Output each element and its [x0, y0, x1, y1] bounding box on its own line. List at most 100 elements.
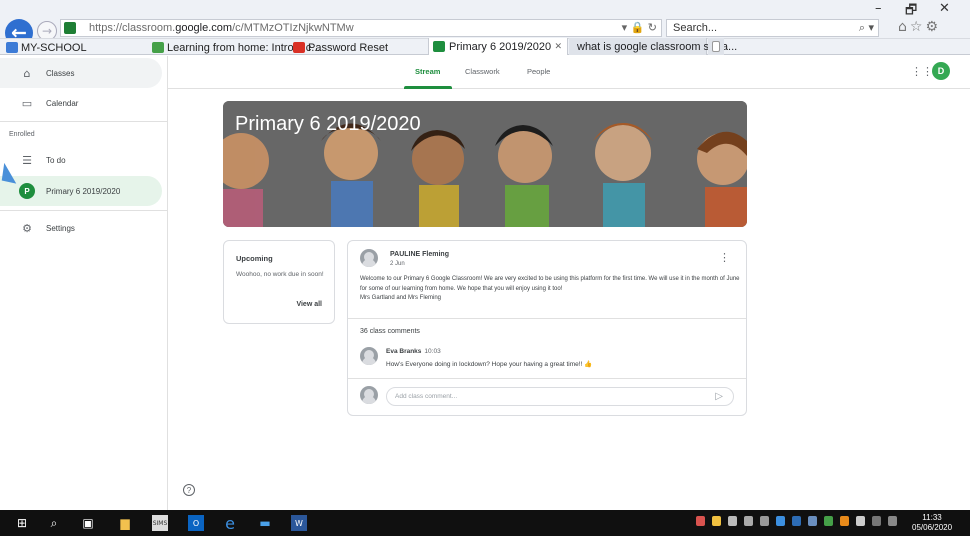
tray-icon[interactable]	[728, 516, 737, 526]
upcoming-title: Upcoming	[236, 254, 273, 263]
tab-google-search[interactable]: what is google classroom strea...	[569, 38, 737, 55]
address-actions-icon[interactable]: ▾ 🔒 ↻	[622, 21, 657, 34]
favorite-my-school[interactable]: MY-SCHOOL	[6, 40, 87, 55]
tab-people[interactable]: People	[527, 67, 550, 76]
favorite-label: Password Reset	[308, 41, 389, 54]
announcement-post: PAULINE Fleming 2 Jun ⋮ Welcome to our P…	[347, 240, 747, 416]
sidebar-item-todo[interactable]: ☰ To do	[0, 145, 162, 175]
classroom-page: ⌂ Classes ▭ Calendar Enrolled ☰ To do P …	[0, 56, 970, 510]
url-path: /c/MTMzOTIzNjkwNTMw	[232, 22, 354, 34]
file-explorer-icon[interactable]: ▆	[117, 515, 133, 531]
outlook-icon[interactable]: O	[188, 515, 204, 531]
minimize-button[interactable]: –	[875, 1, 882, 16]
new-tab-button[interactable]	[708, 38, 724, 55]
section-label: Enrolled	[9, 131, 35, 138]
taskbar: ⊞ ⌕ ▣ ▆ SIMS O e ▬ W 11:33 05/06/2020	[0, 510, 970, 536]
tray-icon[interactable]	[696, 516, 705, 526]
url-prefix: https://classroom.	[89, 22, 176, 34]
tab-primary-6[interactable]: Primary 6 2019/2020 ✕	[428, 38, 568, 55]
class-topnav: Stream Classwork People	[168, 56, 970, 89]
tray-icon[interactable]	[792, 516, 801, 526]
post-signoff: Mrs Gartland and Mrs Fleming	[360, 295, 442, 301]
sidebar-item-settings[interactable]: ⚙ Settings	[0, 213, 162, 243]
tab-stream[interactable]: Stream	[415, 67, 440, 76]
home-star-gear-icon[interactable]: ⌂☆⚙	[898, 19, 941, 35]
avatar[interactable]: D	[932, 62, 950, 80]
comment-author: Eva Branks	[386, 348, 422, 355]
folder-icon[interactable]: ▬	[257, 515, 273, 531]
sidebar-item-label: Classes	[46, 68, 75, 78]
help-icon[interactable]: ?	[183, 484, 195, 496]
word-icon[interactable]: W	[291, 515, 307, 531]
post-author: PAULINE Fleming	[390, 251, 449, 258]
tray-icon[interactable]	[776, 516, 785, 526]
sims-icon[interactable]: SIMS	[152, 515, 168, 531]
tray-icon[interactable]	[712, 516, 721, 526]
comment-count-link[interactable]: 36 class comments	[360, 328, 420, 335]
todo-icon: ☰	[22, 153, 32, 167]
tab-close-icon[interactable]: ✕	[554, 42, 562, 52]
favorite-icon	[152, 42, 164, 53]
search-box[interactable]: Search... ⌕ ▾	[666, 19, 879, 37]
clock[interactable]: 11:33 05/06/2020	[912, 513, 952, 533]
comment-header: Eva Branks 10:03	[386, 348, 441, 355]
comment-input[interactable]: Add class comment... ▷	[386, 387, 734, 406]
upcoming-card: Upcoming Woohoo, no work due in soon! Vi…	[223, 240, 335, 324]
new-tab-icon	[712, 41, 720, 52]
post-text: Welcome to our Primary 6 Google Classroo…	[360, 276, 740, 292]
sidebar-item-label: Primary 6 2019/2020	[46, 186, 121, 196]
sidebar-item-calendar[interactable]: ▭ Calendar	[0, 88, 162, 118]
class-banner: Primary 6 2019/2020	[223, 101, 747, 227]
sidebar: ⌂ Classes ▭ Calendar Enrolled ☰ To do P …	[0, 56, 168, 510]
task-view-icon[interactable]: ▣	[80, 515, 96, 531]
tray-icon[interactable]	[840, 516, 849, 526]
gear-icon: ⚙	[22, 221, 32, 235]
view-all-link[interactable]: View all	[296, 301, 322, 308]
sidebar-item-label: Settings	[46, 223, 75, 233]
clock-time: 11:33	[922, 513, 942, 522]
comment-text: How's Everyone doing in lockdown? Hope y…	[386, 361, 593, 368]
favorite-icon	[293, 42, 305, 53]
tray-icon[interactable]	[824, 516, 833, 526]
comment-time: 10:03	[424, 348, 441, 355]
wifi-icon[interactable]	[872, 516, 881, 526]
internet-explorer-icon[interactable]: e	[222, 514, 238, 533]
home-icon: ⌂	[23, 66, 31, 80]
url-domain: google.com	[175, 22, 233, 34]
tray-icon[interactable]	[760, 516, 769, 526]
sidebar-item-primary-6[interactable]: P Primary 6 2019/2020	[0, 176, 162, 206]
address-bar[interactable]: https://classroom. google.com/c/MTMzOTIzN…	[60, 19, 662, 37]
classroom-icon	[433, 41, 445, 52]
divider	[348, 318, 746, 319]
divider	[0, 210, 168, 211]
post-date: 2 Jun	[390, 261, 405, 267]
sidebar-item-label: To do	[46, 155, 66, 165]
more-options-icon[interactable]: ⋮	[719, 251, 730, 264]
tray-icon[interactable]	[744, 516, 753, 526]
tray-icon[interactable]	[808, 516, 817, 526]
site-icon	[64, 22, 76, 34]
comment-placeholder: Add class comment...	[395, 393, 458, 400]
windows-start-icon[interactable]: ⊞	[14, 515, 30, 531]
avatar	[360, 347, 378, 365]
sidebar-item-label: Calendar	[46, 98, 79, 108]
volume-icon[interactable]	[888, 516, 897, 526]
search-icon[interactable]: ⌕	[46, 515, 62, 531]
avatar	[360, 386, 378, 404]
clock-date: 05/06/2020	[912, 523, 953, 532]
favorite-password-reset[interactable]: Password Reset	[293, 40, 388, 55]
search-placeholder: Search...	[673, 22, 718, 34]
favorite-icon	[6, 42, 18, 53]
tab-label: Primary 6 2019/2020	[449, 40, 552, 53]
tray-icon[interactable]	[856, 516, 865, 526]
favorite-label: MY-SCHOOL	[21, 41, 87, 54]
upcoming-text: Woohoo, no work due in soon!	[236, 271, 324, 278]
send-icon[interactable]: ▷	[715, 391, 723, 402]
active-tab-indicator	[404, 86, 452, 89]
close-button[interactable]: ✕	[939, 1, 950, 16]
search-dropdown-icon[interactable]: ⌕ ▾	[859, 21, 874, 35]
divider	[0, 121, 168, 122]
tab-classwork[interactable]: Classwork	[465, 67, 500, 76]
sidebar-item-classes[interactable]: ⌂ Classes	[0, 58, 162, 88]
calendar-icon: ▭	[21, 96, 33, 110]
